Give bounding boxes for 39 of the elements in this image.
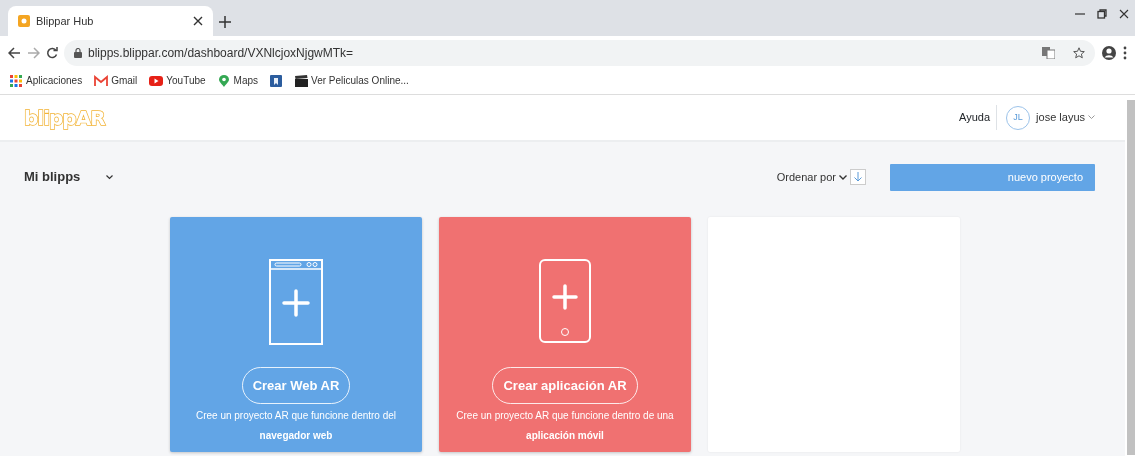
bookmark[interactable]: Maps bbox=[217, 73, 259, 88]
close-icon[interactable] bbox=[193, 16, 203, 26]
url-text: blipps.blippar.com/dashboard/VXNlcjoxNjgwMTk= bbox=[88, 45, 355, 62]
sort-dropdown[interactable]: Ordenar por bbox=[776, 168, 847, 186]
translate-icon[interactable] bbox=[1042, 47, 1055, 59]
page-icon bbox=[18, 15, 30, 27]
play-icon bbox=[149, 74, 164, 87]
account-icon[interactable] bbox=[1101, 45, 1117, 61]
back-arrow-icon[interactable] bbox=[8, 47, 21, 59]
user-menu[interactable]: jose layus bbox=[1036, 109, 1095, 126]
card-description: Cree un proyecto AR que funcione dentro de una aplicación móvil bbox=[455, 409, 675, 443]
map-pin-icon bbox=[217, 74, 231, 87]
more-options-icon[interactable] bbox=[1123, 46, 1127, 60]
close-icon[interactable] bbox=[1119, 9, 1129, 19]
help-link[interactable]: Ayuda bbox=[959, 105, 998, 130]
address-bar[interactable]: blipps.blippar.com/dashboard/VXNlcjoxNjgwMTk= bbox=[64, 40, 1095, 66]
restore-icon[interactable] bbox=[1097, 9, 1107, 19]
chevron-down-icon bbox=[106, 174, 114, 180]
bookmark-favicon-icon[interactable] bbox=[270, 74, 284, 87]
chevron-down-icon bbox=[839, 174, 847, 180]
star-icon[interactable] bbox=[1073, 47, 1085, 59]
mail-icon bbox=[94, 74, 109, 87]
scrollbar[interactable] bbox=[1127, 100, 1135, 455]
clapperboard-icon bbox=[295, 74, 309, 87]
browser-window-icon bbox=[269, 259, 323, 345]
chevron-down-icon bbox=[1088, 115, 1095, 120]
bookmark[interactable]: YouTube bbox=[149, 73, 206, 88]
card-description: Cree un proyecto AR que funcione dentro del navegador web bbox=[194, 409, 398, 443]
phone-icon bbox=[539, 259, 591, 343]
tab-title: Blippar Hub bbox=[36, 13, 95, 29]
bookmark[interactable]: Aplicaciones bbox=[10, 73, 83, 88]
browser-tab[interactable]: Blippar Hub bbox=[8, 6, 213, 36]
reload-icon[interactable] bbox=[46, 47, 58, 59]
grid-icon bbox=[10, 74, 23, 87]
bookmark[interactable]: Ver Peliculas Online... bbox=[295, 73, 409, 88]
new-tab-icon[interactable] bbox=[219, 15, 231, 28]
lock-icon bbox=[74, 48, 82, 58]
section-dropdown[interactable]: Mi blipps bbox=[24, 167, 114, 187]
bookmark[interactable]: Gmail bbox=[94, 73, 138, 88]
